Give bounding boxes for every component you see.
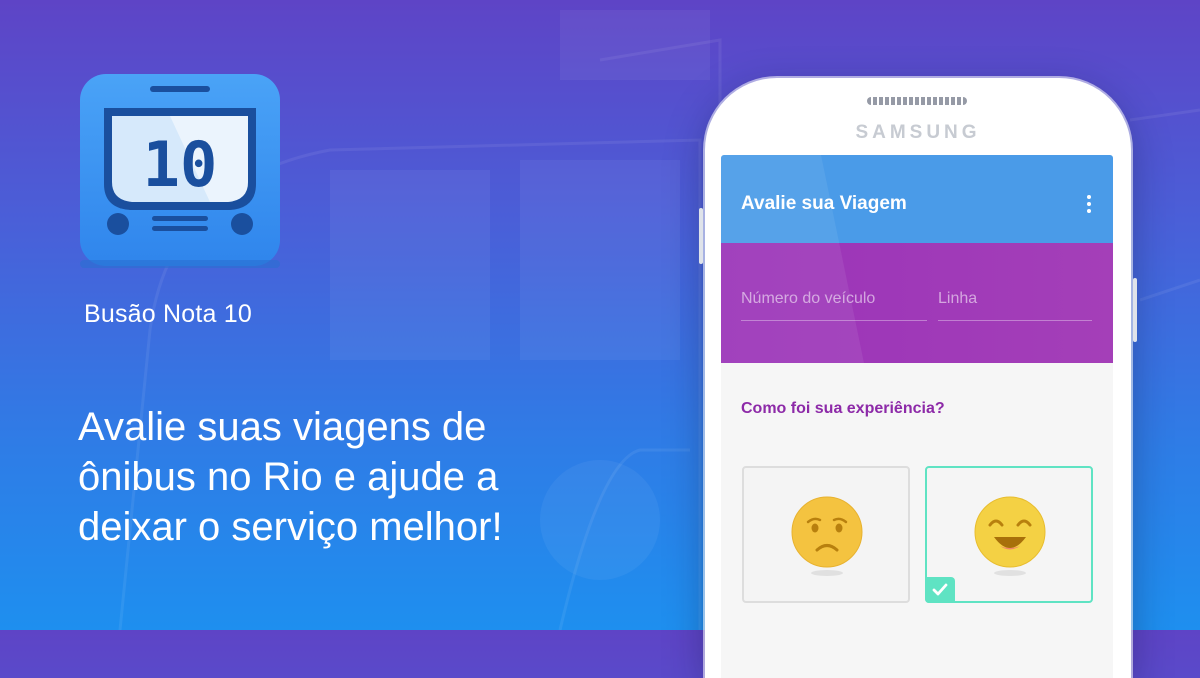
phone-mockup: SAMSUNG Avalie sua Viagem Número do veíc… <box>699 78 1137 678</box>
checkmark-icon <box>932 583 948 596</box>
rating-option-happy[interactable] <box>925 466 1093 603</box>
sad-face-icon <box>791 496 863 576</box>
vehicle-number-placeholder: Número do veículo <box>741 290 876 307</box>
phone-side-button-right <box>1133 278 1137 342</box>
phone-side-button-left <box>699 208 703 264</box>
more-options-icon[interactable] <box>1079 191 1099 217</box>
experience-question: Como foi sua experiência? <box>741 400 945 417</box>
line-placeholder: Linha <box>938 290 978 307</box>
app-screen: Avalie sua Viagem Número do veículo Linh… <box>721 155 1113 678</box>
tagline: Avalie suas viagens de ônibus no Rio e a… <box>78 405 503 549</box>
selected-check-icon <box>925 577 955 603</box>
phone-brand: SAMSUNG <box>855 122 981 143</box>
app-name: Busão Nota 10 <box>84 300 252 328</box>
vehicle-number-field[interactable]: Número do veículo <box>741 288 927 321</box>
app-icon-number: 10 <box>143 128 218 201</box>
line-field[interactable]: Linha <box>938 288 1092 321</box>
bus-app-icon: 10 <box>80 74 280 268</box>
appbar-title: Avalie sua Viagem <box>741 193 907 214</box>
rating-option-sad[interactable] <box>742 466 910 603</box>
phone-speaker <box>867 97 967 105</box>
happy-face-icon <box>974 496 1046 576</box>
